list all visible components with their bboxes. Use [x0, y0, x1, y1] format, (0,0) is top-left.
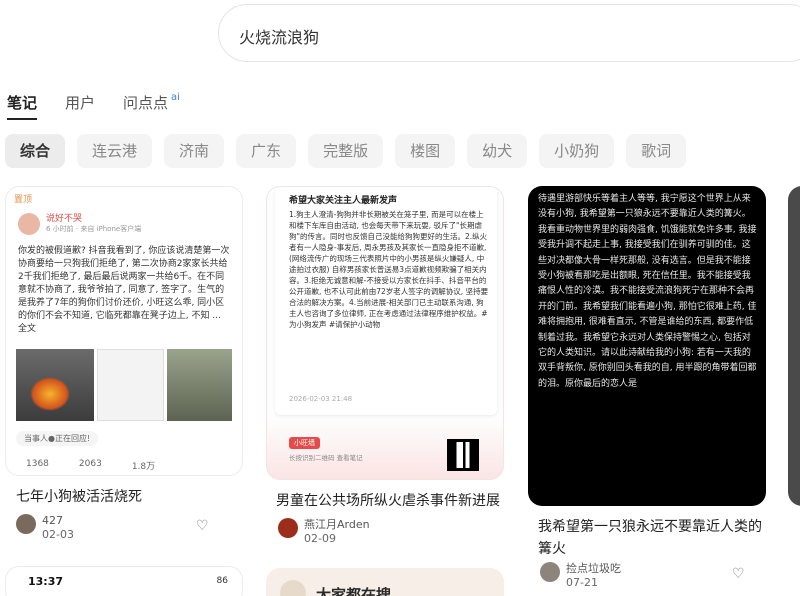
comment-pill: 当事人●正在回应! — [16, 431, 99, 446]
notice-paper: 希望大家关注主人最新发声 1.狗主人澄清-狗狗并非长期被关在笼子里, 而是可以在… — [275, 187, 497, 415]
post-meta: 6 小时前 · 来自 iPhone客户端 — [46, 225, 142, 233]
filter-chip-jinan[interactable]: 济南 — [164, 134, 225, 168]
post-text: 你发的被假道歉? 抖音我看到了, 你应该说清楚第一次协商要给一只狗我们拒绝了, … — [18, 246, 230, 334]
search-icon — [280, 580, 306, 596]
avatar — [18, 213, 40, 235]
note-card-title[interactable]: 我希望第一只狼永远不要靠近人类的篝火 — [538, 516, 764, 560]
note-card-author[interactable]: 捡点垃圾吃 07-21 — [540, 562, 621, 590]
post-user: 说好不哭 6 小时前 · 来自 iPhone客户端 — [18, 213, 141, 235]
collects-count: 2063 — [78, 459, 102, 469]
note-card-image-partial[interactable]: 13:37 86 — [5, 566, 243, 596]
chat-photo — [97, 349, 164, 421]
tab-notes[interactable]: 笔记 — [7, 92, 38, 120]
post-username: 说好不哭 — [46, 214, 83, 224]
pinned-tag: 置顶 — [14, 195, 33, 205]
notice-timestamp: 2026-02-03 21:48 — [289, 395, 353, 403]
comments-count: 1.8万 — [131, 462, 156, 472]
filter-chip-little-milk-dog[interactable]: 小奶狗 — [539, 134, 615, 168]
likes-count: 1368 — [26, 459, 49, 469]
filter-chip-loutu[interactable]: 楼图 — [395, 134, 456, 168]
fire-photo — [16, 349, 94, 421]
post-date: 07-21 — [566, 576, 598, 589]
filter-chip-lyrics[interactable]: 歌词 — [626, 134, 687, 168]
like-heart-icon[interactable]: ♡ — [196, 518, 209, 534]
author-name: 427 — [42, 514, 63, 527]
filter-chip-lianyungang[interactable]: 连云港 — [77, 134, 153, 168]
trending-searches-title: 大家都在搜 — [316, 586, 392, 596]
qr-code-icon — [447, 439, 479, 471]
avatar — [540, 562, 560, 582]
phone-status-time: 13:37 — [28, 575, 64, 588]
note-card-image-partial[interactable]: 大家都在搜 — [266, 568, 504, 596]
result-tabs: 笔记 用户 问点点 ai — [7, 92, 180, 120]
post-date: 02-03 — [42, 528, 74, 541]
post-date: 02-09 — [304, 532, 336, 545]
notice-text: 1.狗主人澄清-狗狗并非长期被关在笼子里, 而是可以在楼上和楼下车库自由活动, … — [289, 210, 489, 329]
notice-heading: 希望大家关注主人最新发声 — [289, 196, 398, 206]
avatar — [16, 514, 36, 534]
note-card-author[interactable]: 427 02-03 — [16, 514, 74, 542]
note-card-title[interactable]: 七年小狗被活活烧死 — [16, 486, 236, 508]
tab-users[interactable]: 用户 — [65, 92, 95, 113]
black-card-text: 待遇里游部快乐等着主人等等, 我宁愿这个世界上从来没有小狗, 我希望第一只狼永远… — [538, 194, 757, 389]
filter-chip-full-version[interactable]: 完整版 — [308, 134, 384, 168]
street-photo — [167, 349, 232, 421]
avatar — [278, 518, 298, 538]
author-name: 捡点垃圾吃 — [566, 562, 621, 575]
note-card-image[interactable]: 置顶 说好不哭 6 小时前 · 来自 iPhone客户端 你发的被假道歉? 抖音… — [5, 186, 243, 476]
note-card-image[interactable]: 希望大家关注主人最新发声 1.狗主人澄清-狗狗并非长期被关在笼子里, 而是可以在… — [266, 186, 504, 480]
tab-wendiandian[interactable]: 问点点 ai — [123, 92, 180, 113]
post-stats: 1368 2063 1.8万 — [26, 459, 155, 472]
filter-chip-comprehensive[interactable]: 综合 — [5, 134, 66, 168]
like-heart-icon[interactable]: ♡ — [732, 566, 745, 582]
note-card-image[interactable]: 待遇里游部快乐等着主人等等, 我宁愿这个世界上从来没有小狗, 我希望第一只狼永远… — [528, 186, 766, 506]
search-query-text: 火烧流浪狗 — [239, 28, 320, 47]
note-card-image-partial[interactable] — [788, 186, 800, 506]
filter-chips: 综合 连云港 济南 广东 完整版 楼图 幼犬 小奶狗 歌词 — [5, 134, 687, 168]
filter-chip-guangdong[interactable]: 广东 — [236, 134, 297, 168]
post-photos — [16, 349, 232, 421]
tag-badge: 小旺墙 — [289, 437, 320, 449]
battery-icon: 86 — [216, 576, 228, 586]
search-input[interactable]: 火烧流浪狗 — [218, 4, 800, 62]
note-card-title[interactable]: 男童在公共场所纵火虐杀事件新进展 — [276, 490, 502, 512]
ai-badge: ai — [171, 92, 180, 103]
author-name: 燕江月Arden — [304, 518, 370, 531]
qr-note: 长按识别二维码 查看笔记 — [289, 454, 363, 462]
note-card-author[interactable]: 燕江月Arden 02-09 — [278, 518, 370, 546]
filter-chip-puppy[interactable]: 幼犬 — [467, 134, 528, 168]
